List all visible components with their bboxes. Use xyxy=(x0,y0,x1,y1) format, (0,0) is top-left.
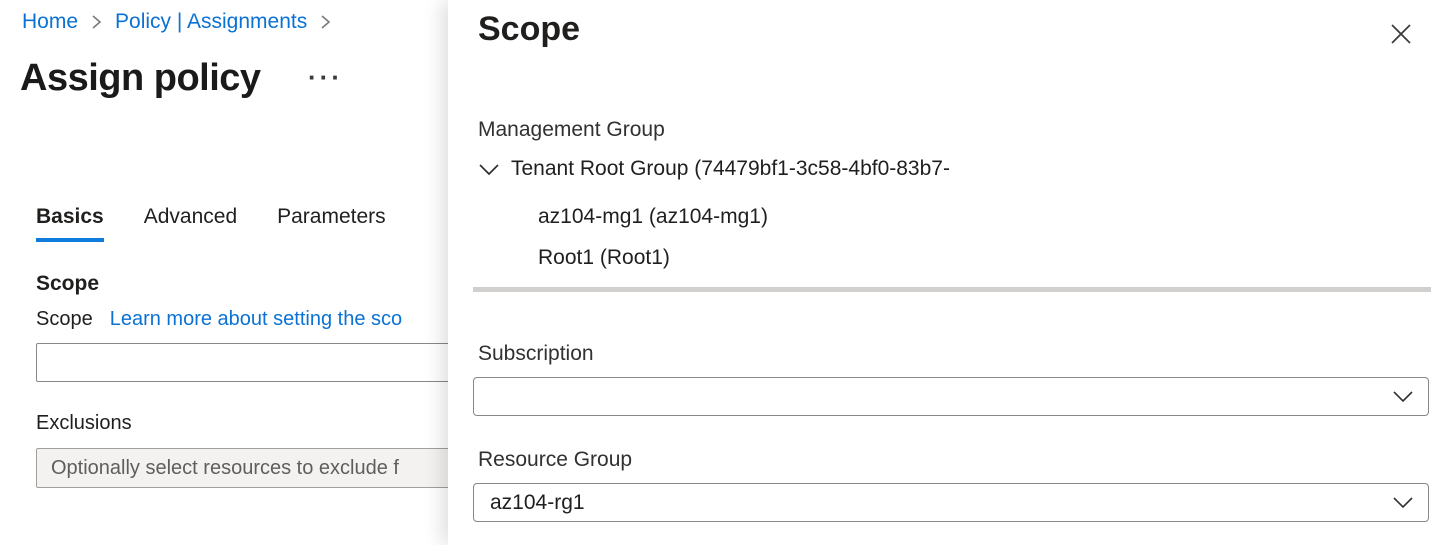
breadcrumb-link-policy-assignments[interactable]: Policy | Assignments xyxy=(115,10,307,34)
learn-more-link[interactable]: Learn more about setting the sco xyxy=(110,308,402,331)
resource-group-dropdown[interactable]: az104-rg1 xyxy=(473,483,1429,522)
tree-item-az104-mg1[interactable]: az104-mg1 (az104-mg1) xyxy=(538,205,768,229)
tab-basics[interactable]: Basics xyxy=(36,205,104,242)
panel-title: Scope xyxy=(478,10,580,49)
chevron-down-icon[interactable] xyxy=(478,163,500,176)
tree-item-root1[interactable]: Root1 (Root1) xyxy=(538,246,670,270)
more-options-icon[interactable]: ··· xyxy=(308,64,343,90)
resource-group-label: Resource Group xyxy=(478,448,632,472)
tree-item-label: az104-mg1 (az104-mg1) xyxy=(538,205,768,229)
exclusions-label: Exclusions xyxy=(36,412,132,435)
tree-item-label: Tenant Root Group (74479bf1-3c58-4bf0-83… xyxy=(511,157,950,181)
scope-field-label: Scope xyxy=(36,308,93,331)
breadcrumb-link-home[interactable]: Home xyxy=(22,10,78,34)
chevron-right-icon xyxy=(91,13,102,31)
breadcrumb: Home Policy | Assignments xyxy=(22,10,331,34)
tree-item-label: Root1 (Root1) xyxy=(538,246,670,270)
chevron-down-icon xyxy=(1392,496,1414,509)
subscription-label: Subscription xyxy=(478,342,594,366)
management-group-label: Management Group xyxy=(478,118,665,142)
chevron-right-icon xyxy=(320,13,331,31)
tab-advanced[interactable]: Advanced xyxy=(144,205,237,242)
section-divider xyxy=(473,287,1431,292)
chevron-down-icon xyxy=(1392,390,1414,403)
tree-item-tenant-root-group[interactable]: Tenant Root Group (74479bf1-3c58-4bf0-83… xyxy=(478,157,950,181)
close-icon[interactable] xyxy=(1387,20,1415,48)
scope-panel: Scope Management Group Tenant Root Group… xyxy=(448,0,1439,545)
page-title: Assign policy xyxy=(20,57,261,100)
tab-bar: Basics Advanced Parameters xyxy=(36,205,386,242)
scope-field-label-row: Scope Learn more about setting the sco xyxy=(36,308,402,331)
subscription-dropdown[interactable] xyxy=(473,377,1429,416)
resource-group-value: az104-rg1 xyxy=(490,491,1392,515)
scope-section-heading: Scope xyxy=(36,272,99,296)
tab-parameters[interactable]: Parameters xyxy=(277,205,386,242)
